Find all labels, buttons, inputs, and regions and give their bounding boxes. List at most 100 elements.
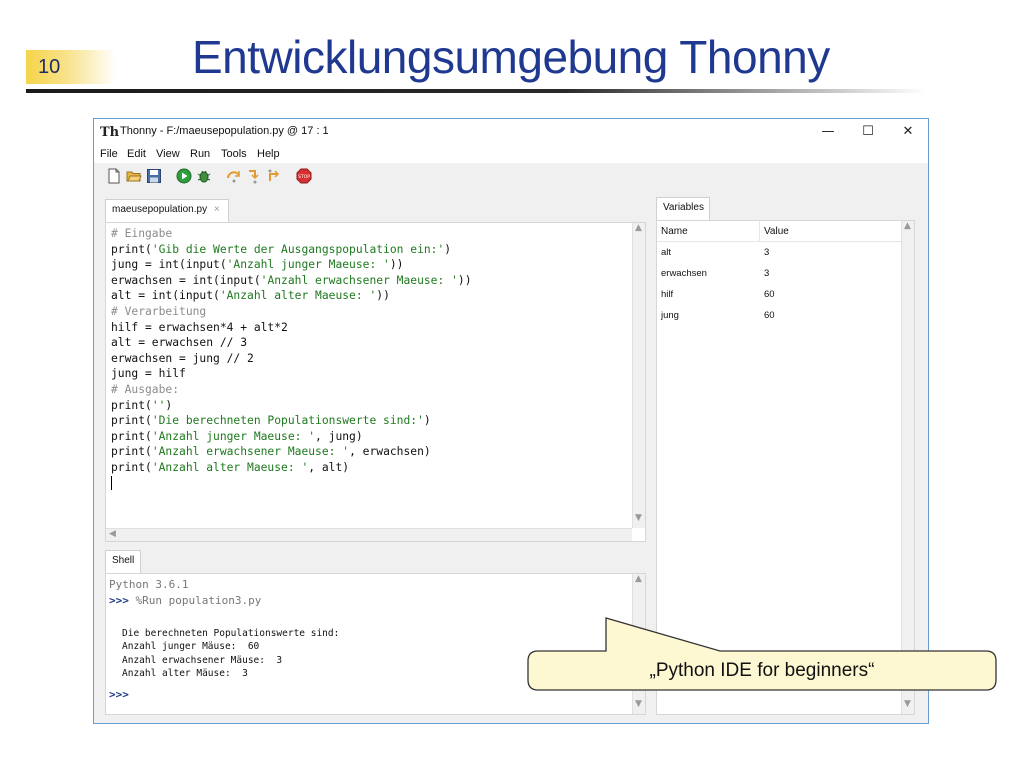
code-line[interactable]: jung = int(input('Anzahl junger Maeuse: … (111, 257, 472, 273)
step-over-icon[interactable] (226, 168, 242, 184)
column-divider[interactable] (759, 221, 760, 241)
title-divider (26, 89, 926, 93)
column-header-value[interactable]: Value (764, 226, 789, 237)
column-header-name[interactable]: Name (661, 226, 688, 237)
variable-value[interactable]: 3 (764, 268, 769, 279)
title-bar[interactable]: Th Thonny - F:/maeusepopulation.py @ 17 … (94, 119, 928, 145)
code-line[interactable]: print('Anzahl alter Maeuse: ', alt) (111, 460, 472, 476)
code-token: print( (111, 398, 152, 412)
code-text[interactable]: # Eingabe print('Gib die Werte der Ausgan… (111, 226, 472, 491)
text-cursor (111, 475, 112, 490)
scroll-up-icon[interactable]: ▲ (635, 223, 642, 233)
code-line[interactable]: # Verarbeitung (111, 304, 472, 320)
menu-help[interactable]: Help (257, 148, 280, 160)
code-line[interactable]: print('Anzahl junger Maeuse: ', jung) (111, 429, 472, 445)
variable-value[interactable]: 3 (764, 247, 769, 258)
code-statement: jung = hilf (111, 367, 186, 381)
save-icon[interactable] (146, 168, 162, 184)
code-line[interactable]: erwachsen = int(input('Anzahl erwachsene… (111, 273, 472, 289)
code-token: , erwachsen) (349, 445, 431, 459)
code-comment: # Verarbeitung (111, 304, 207, 318)
shell-header: Python 3.6.1 >>> %Run population3.py (109, 577, 261, 608)
thonny-window: Th Thonny - F:/maeusepopulation.py @ 17 … (93, 118, 929, 724)
code-line[interactable]: print('Die berechneten Populationswerte … (111, 413, 472, 429)
code-line[interactable]: print('Anzahl erwachsener Maeuse: ', erw… (111, 444, 472, 460)
debug-icon[interactable] (196, 168, 212, 184)
code-line[interactable]: alt = int(input('Anzahl alter Maeuse: ')… (111, 288, 472, 304)
menu-edit[interactable]: Edit (127, 148, 146, 160)
scroll-down-icon[interactable]: ▼ (635, 699, 642, 709)
editor-horizontal-scrollbar[interactable]: ◀ (106, 528, 632, 541)
code-line[interactable]: hilf = erwachsen*4 + alt*2 (111, 320, 472, 336)
code-statement: alt = erwachsen // 3 (111, 336, 248, 350)
header-divider (657, 241, 902, 242)
code-line[interactable]: # Ausgabe: (111, 382, 472, 398)
code-line[interactable]: print('') (111, 398, 472, 414)
stop-label: STOP (298, 174, 310, 180)
code-token: print( (111, 445, 152, 459)
variable-name[interactable]: alt (661, 247, 671, 258)
menu-view[interactable]: View (156, 148, 180, 160)
variable-name[interactable]: hilf (661, 289, 673, 300)
code-token: jung = int(input( (111, 258, 227, 272)
code-string: 'Anzahl alter Maeuse: ' (151, 460, 309, 474)
menu-run[interactable]: Run (190, 148, 210, 160)
variable-name[interactable]: erwachsen (661, 268, 707, 279)
tab-close-icon[interactable]: × (214, 204, 220, 215)
code-line[interactable]: print('Gib die Werte der Ausgangspopulat… (111, 242, 472, 258)
tab-shell[interactable]: Shell (105, 550, 141, 573)
code-string: 'Anzahl erwachsener Maeuse: ' (260, 273, 458, 287)
step-into-icon[interactable] (246, 168, 262, 184)
code-comment: # Eingabe (111, 227, 173, 240)
shell-input-prompt[interactable]: >>> (109, 688, 129, 701)
shell-tab-label: Shell (112, 555, 135, 566)
tab-variables[interactable]: Variables (656, 197, 710, 220)
maximize-button[interactable]: ☐ (848, 122, 888, 142)
scroll-down-icon[interactable]: ▼ (635, 513, 642, 523)
menu-file[interactable]: File (100, 148, 118, 160)
menu-tools[interactable]: Tools (221, 148, 247, 160)
open-folder-icon[interactable] (126, 168, 142, 184)
variables-vertical-scrollbar[interactable]: ▲ ▼ (901, 221, 914, 714)
python-version: Python 3.6.1 (109, 578, 189, 591)
code-token: print( (111, 414, 152, 428)
shell-prompt: >>> (109, 593, 129, 607)
minimize-button[interactable]: — (808, 122, 848, 142)
menu-bar: File Edit View Run Tools Help (94, 145, 928, 163)
code-editor[interactable]: # Eingabe print('Gib die Werte der Ausgan… (105, 222, 646, 542)
stop-icon[interactable]: STOP (296, 168, 312, 184)
variable-name[interactable]: jung (661, 310, 679, 321)
code-token: )) (376, 289, 390, 303)
output-line: Die berechneten Populationswerte sind: (122, 628, 340, 639)
code-string: 'Anzahl erwachsener Maeuse: ' (151, 445, 350, 459)
shell-panel[interactable]: Python 3.6.1 >>> %Run population3.py Die… (105, 573, 646, 715)
callout-text: „Python IDE for beginners“ (649, 660, 875, 681)
code-string: 'Gib die Werte der Ausgangspopulation ei… (151, 242, 445, 256)
variable-value[interactable]: 60 (764, 310, 775, 321)
code-comment: # Ausgabe: (111, 382, 180, 396)
code-line[interactable]: erwachsen = jung // 2 (111, 351, 472, 367)
window-title: Thonny - F:/maeusepopulation.py @ 17 : 1 (120, 125, 329, 137)
scroll-down-icon[interactable]: ▼ (904, 699, 911, 709)
close-button[interactable]: ✕ (888, 122, 928, 142)
scroll-left-icon[interactable]: ◀ (109, 529, 116, 539)
code-line[interactable]: alt = erwachsen // 3 (111, 335, 472, 351)
slide-title: Entwicklungsumgebung Thonny (192, 31, 830, 83)
step-out-icon[interactable] (266, 168, 282, 184)
variable-value[interactable]: 60 (764, 289, 775, 300)
scroll-up-icon[interactable]: ▲ (635, 574, 642, 584)
new-file-icon[interactable] (106, 168, 122, 184)
code-line[interactable]: jung = hilf (111, 366, 472, 382)
code-line[interactable] (111, 475, 472, 492)
scroll-up-icon[interactable]: ▲ (904, 221, 911, 231)
output-line: Anzahl erwachsener Mäuse: 3 (122, 654, 283, 666)
tab-maeusepopulation[interactable]: maeusepopulation.py × (105, 199, 229, 222)
code-statement: erwachsen = jung // 2 (111, 351, 254, 365)
editor-tab-label: maeusepopulation.py (112, 204, 208, 215)
slide-number: 10 (26, 50, 116, 84)
shell-vertical-scrollbar[interactable]: ▲ ▼ (632, 574, 645, 714)
code-line[interactable]: # Eingabe (111, 226, 472, 242)
editor-vertical-scrollbar[interactable]: ▲ ▼ (632, 223, 645, 528)
run-icon[interactable] (176, 168, 192, 184)
code-token: )) (457, 273, 472, 287)
